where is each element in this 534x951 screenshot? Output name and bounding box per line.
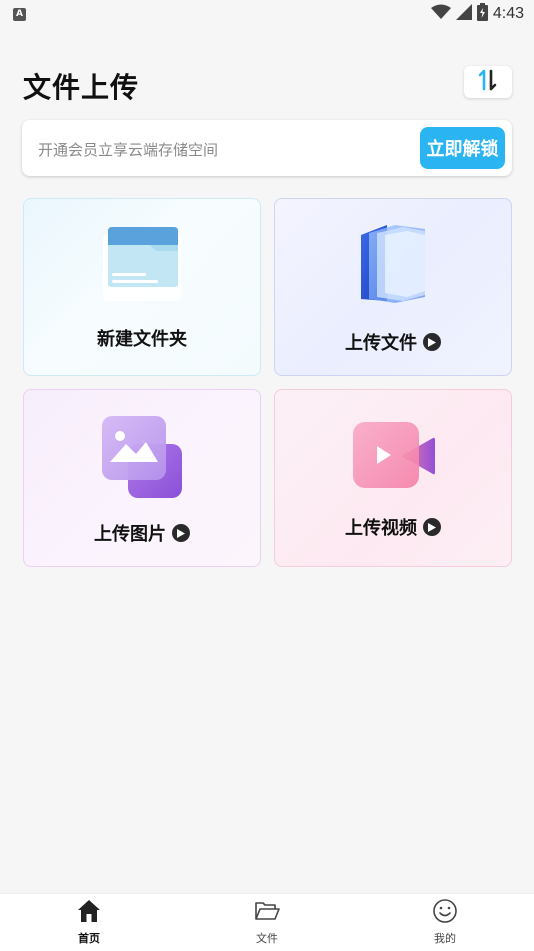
battery-icon <box>476 3 488 25</box>
promo-banner: 开通会员立享云端存储空间 立即解锁 <box>22 120 512 176</box>
video-camera-icon <box>351 420 437 496</box>
smiley-icon <box>432 899 458 928</box>
new-folder-text: 新建文件夹 <box>97 329 187 350</box>
image-icon <box>100 414 184 504</box>
folder-icon <box>100 225 184 307</box>
play-icon <box>423 333 441 351</box>
nav-home[interactable]: 首页 <box>49 898 129 946</box>
status-icons: 4:43 <box>430 3 524 25</box>
upload-video-text: 上传视频 <box>345 518 417 539</box>
sort-button[interactable] <box>464 66 512 98</box>
upload-image-text: 上传图片 <box>94 524 166 545</box>
signal-icon <box>455 4 472 24</box>
sort-icon <box>476 68 500 96</box>
nav-profile[interactable]: 我的 <box>405 898 485 946</box>
play-icon <box>172 524 190 542</box>
new-folder-card[interactable]: 新建文件夹 <box>23 198 261 376</box>
upload-file-label: 上传文件 <box>275 329 511 355</box>
nav-files-label: 文件 <box>256 932 278 945</box>
nav-profile-label: 我的 <box>434 932 456 945</box>
file-stack-icon <box>355 221 431 313</box>
promo-text: 开通会员立享云端存储空间 <box>38 141 219 159</box>
bottom-nav: 首页 文件 我的 <box>0 893 534 951</box>
notification-badge: A <box>13 8 26 21</box>
nav-files[interactable]: 文件 <box>227 898 307 946</box>
wifi-icon <box>430 4 451 24</box>
home-icon <box>76 900 102 928</box>
new-folder-label: 新建文件夹 <box>24 325 260 351</box>
unlock-button[interactable]: 立即解锁 <box>420 127 505 169</box>
play-icon <box>423 518 441 536</box>
upload-image-card[interactable]: 上传图片 <box>23 389 261 567</box>
status-time: 4:43 <box>492 5 524 22</box>
upload-video-label: 上传视频 <box>275 514 511 540</box>
upload-video-card[interactable]: 上传视频 <box>274 389 512 567</box>
nav-home-label: 首页 <box>78 932 100 945</box>
folder-open-icon <box>254 902 280 928</box>
upload-file-card[interactable]: 上传文件 <box>274 198 512 376</box>
status-bar: A 4:43 <box>0 0 534 28</box>
page-title: 文件上传 <box>23 71 140 104</box>
upload-image-label: 上传图片 <box>24 520 260 546</box>
upload-file-text: 上传文件 <box>345 333 417 354</box>
